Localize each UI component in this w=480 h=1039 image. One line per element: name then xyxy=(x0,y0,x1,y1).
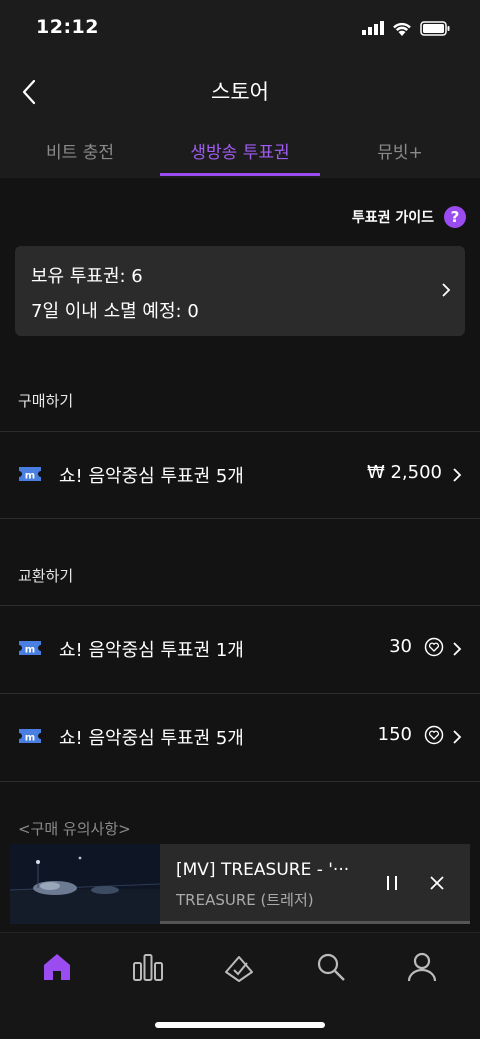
video-frame-image xyxy=(10,844,160,924)
page-title: 스토어 xyxy=(211,80,269,104)
help-icon[interactable]: ? xyxy=(444,206,466,228)
profile-icon[interactable] xyxy=(404,949,440,985)
player-artist: TREASURE (트레저) xyxy=(176,891,314,909)
exchange-item[interactable]: m 쇼! 음악중심 투표권 5개 150 xyxy=(0,693,480,781)
item-heart-cost: 150 xyxy=(377,724,412,745)
header: 스토어 비트 충전 생방송 투표권 뮤빗+ xyxy=(0,58,480,178)
pause-icon[interactable] xyxy=(385,874,399,892)
exchange-item[interactable]: m 쇼! 음악중심 투표권 1개 30 xyxy=(0,605,480,693)
svg-text:m: m xyxy=(25,471,35,482)
chart-icon[interactable] xyxy=(130,949,166,985)
item-name: 쇼! 음악중심 투표권 5개 xyxy=(59,466,244,487)
battery-icon xyxy=(420,20,450,36)
svg-text:m: m xyxy=(25,733,35,744)
tab-mubeat-plus[interactable]: 뮤빗+ xyxy=(320,130,480,178)
wifi-icon xyxy=(393,22,411,36)
player-title: [MV] TREASURE - '··· xyxy=(176,860,350,880)
home-indicator xyxy=(155,1022,325,1028)
expiring-tickets: 7일 이내 소멸 예정: 0 xyxy=(31,301,199,322)
item-name: 쇼! 음악중심 투표권 5개 xyxy=(59,728,244,749)
status-icons xyxy=(362,18,450,38)
purchase-notice-header: <구매 유의사항> xyxy=(18,820,131,838)
video-thumbnail xyxy=(10,844,160,924)
status-bar: 12:12 xyxy=(0,0,480,58)
divider xyxy=(0,781,480,782)
close-icon[interactable] xyxy=(428,874,446,892)
tab-live-vote[interactable]: 생방송 투표권 xyxy=(160,130,320,178)
ticket-icon: m xyxy=(19,641,41,656)
search-icon[interactable] xyxy=(313,949,349,985)
player-progress xyxy=(160,921,470,924)
ticket-icon: m xyxy=(19,729,41,744)
held-tickets: 보유 투표권: 6 xyxy=(31,266,143,287)
vote-guide-link[interactable]: 투표권 가이드 ? xyxy=(352,206,466,228)
divider xyxy=(0,518,480,519)
vote-guide-label: 투표권 가이드 xyxy=(351,210,434,226)
chevron-right-icon xyxy=(442,283,451,297)
purchase-header: 구매하기 xyxy=(18,392,74,410)
chevron-right-icon xyxy=(453,642,462,656)
item-heart-cost: 30 xyxy=(389,636,412,657)
heart-coin-icon xyxy=(424,637,444,657)
chevron-right-icon xyxy=(453,730,462,744)
home-icon[interactable] xyxy=(39,949,75,985)
tab-bar: 비트 충전 생방송 투표권 뮤빗+ xyxy=(0,130,480,178)
ticket-icon: m xyxy=(19,467,41,482)
status-time: 12:12 xyxy=(36,16,99,38)
item-price: ₩ 2,500 xyxy=(366,462,442,483)
purchase-item[interactable]: m 쇼! 음악중심 투표권 5개 ₩ 2,500 xyxy=(0,431,480,519)
signal-icon xyxy=(362,21,384,35)
store-screen: 12:12 스토어 비트 충전 생방송 투표권 뮤빗+ 투표권 가이드 ? 보유… xyxy=(0,0,480,1039)
item-name: 쇼! 음악중심 투표권 1개 xyxy=(59,640,244,661)
exchange-header: 교환하기 xyxy=(18,567,74,585)
tab-beat-charge[interactable]: 비트 충전 xyxy=(0,130,160,178)
ticket-summary-card[interactable]: 보유 투표권: 6 7일 이내 소멸 예정: 0 xyxy=(15,246,465,336)
chevron-right-icon xyxy=(453,468,462,482)
mini-player[interactable]: [MV] TREASURE - '··· TREASURE (트레저) xyxy=(10,844,470,924)
heart-coin-icon xyxy=(424,725,444,745)
svg-text:m: m xyxy=(25,645,35,656)
vote-icon[interactable] xyxy=(222,949,258,985)
